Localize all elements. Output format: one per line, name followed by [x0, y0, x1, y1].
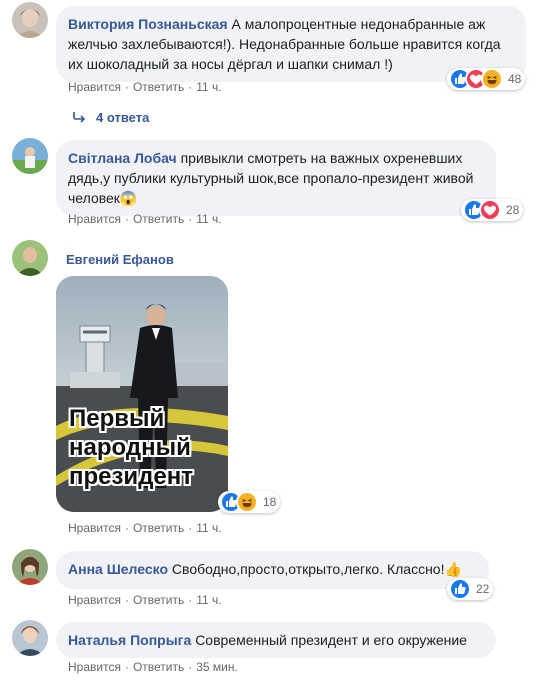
reply-link[interactable]: Ответить — [133, 212, 184, 226]
comment-author[interactable]: Виктория Познаньская — [68, 16, 228, 32]
separator: · — [124, 521, 129, 535]
photo-caption-line: Первый — [69, 405, 165, 432]
avatar[interactable] — [12, 240, 48, 276]
comment-author[interactable]: Світлана Лобач — [68, 150, 177, 166]
reply-link[interactable]: Ответить — [133, 660, 184, 674]
replies-count: 4 ответа — [96, 110, 150, 125]
separator: · — [124, 80, 129, 94]
comment-actions: Нравится · Ответить · 11 ч. — [68, 520, 222, 536]
comment-author[interactable]: Наталья Попрыга — [68, 632, 191, 648]
comment-actions: Нравится · Ответить · 11 ч. — [68, 211, 222, 227]
reactions-summary[interactable]: 48 — [447, 68, 526, 90]
view-replies-link[interactable]: 4 ответа — [72, 110, 149, 125]
separator: · — [124, 660, 129, 674]
reply-arrow-icon — [73, 112, 86, 123]
photo-caption-line: президент — [69, 463, 194, 490]
avatar-photo-icon — [12, 240, 48, 276]
reply-link[interactable]: Ответить — [133, 593, 184, 607]
comment-time[interactable]: 11 ч. — [196, 212, 221, 226]
avatar-photo-icon — [12, 2, 48, 38]
like-link[interactable]: Нравится — [68, 521, 121, 535]
comment-header: Евгений Ефанов — [66, 250, 174, 269]
avatar[interactable] — [12, 620, 48, 656]
separator: · — [188, 593, 193, 607]
separator: · — [188, 80, 193, 94]
comment-text: Свободно,просто,открыто,легко. Классно!👍 — [171, 561, 462, 577]
avatar-photo-icon — [12, 620, 48, 656]
separator: · — [188, 521, 193, 535]
comment-actions: Нравится · Ответить · 35 мин. — [68, 659, 238, 675]
separator: · — [124, 212, 129, 226]
avatar-photo-icon — [12, 549, 48, 585]
avatar[interactable] — [12, 138, 48, 174]
reactions-summary[interactable]: 28 — [461, 199, 524, 221]
comment-time[interactable]: 11 ч. — [196, 80, 221, 94]
like-reaction-icon — [449, 578, 471, 600]
haha-reaction-icon — [236, 491, 258, 513]
comment-photo[interactable]: Первый народный президент — [56, 276, 228, 512]
reaction-count: 28 — [506, 203, 520, 217]
like-link[interactable]: Нравится — [68, 593, 121, 607]
reply-link[interactable]: Ответить — [133, 80, 184, 94]
comment-actions: Нравится · Ответить · 11 ч. — [68, 592, 222, 608]
love-reaction-icon — [479, 199, 501, 221]
comment-time[interactable]: 11 ч. — [196, 521, 221, 535]
reactions-summary[interactable]: 22 — [447, 578, 494, 600]
like-link[interactable]: Нравится — [68, 212, 121, 226]
comment-text: Современный президент и его окружение — [195, 632, 467, 648]
comment-actions: Нравится · Ответить · 11 ч. — [68, 79, 222, 95]
comment-time[interactable]: 11 ч. — [196, 593, 221, 607]
photo-caption-line: народный — [69, 434, 191, 461]
comment-bubble: Наталья Попрыга Современный президент и … — [56, 622, 496, 658]
comment-time[interactable]: 35 мин. — [196, 660, 238, 674]
like-link[interactable]: Нравится — [68, 660, 121, 674]
avatar[interactable] — [12, 549, 48, 585]
haha-reaction-icon — [481, 68, 503, 90]
separator: · — [188, 212, 193, 226]
like-link[interactable]: Нравится — [68, 80, 121, 94]
separator: · — [124, 593, 129, 607]
reply-link[interactable]: Ответить — [133, 521, 184, 535]
reaction-count: 22 — [476, 582, 490, 596]
avatar-photo-icon — [12, 138, 48, 174]
photo-caption: Первый народный президент — [69, 404, 193, 491]
comment-author[interactable]: Анна Шелеско — [68, 561, 168, 577]
comment-bubble: Світлана Лобач привыкли смотреть на важн… — [56, 140, 496, 216]
separator: · — [188, 660, 193, 674]
comment-author[interactable]: Евгений Ефанов — [66, 252, 174, 267]
reactions-summary[interactable]: 18 — [218, 491, 281, 513]
avatar[interactable] — [12, 2, 48, 38]
comment-bubble: Анна Шелеско Свободно,просто,открыто,лег… — [56, 551, 489, 589]
reaction-count: 18 — [263, 495, 277, 509]
reaction-count: 48 — [508, 72, 522, 86]
